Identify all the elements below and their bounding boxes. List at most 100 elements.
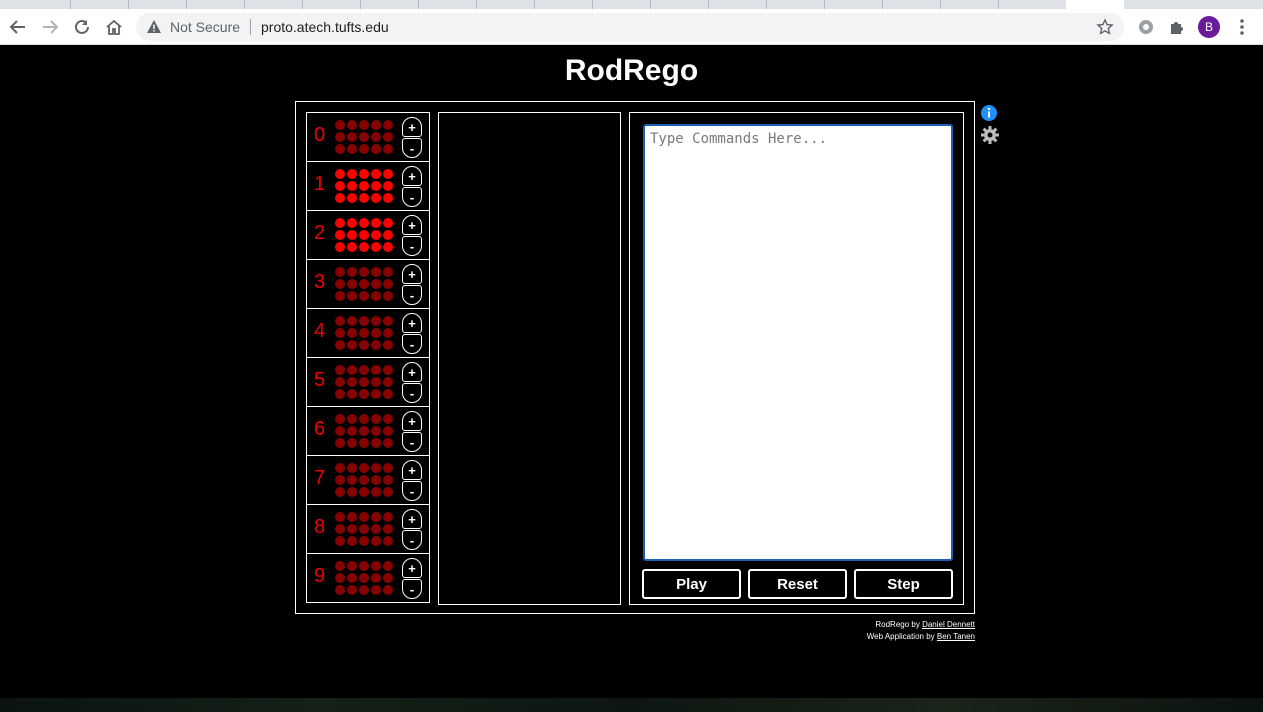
bead — [383, 426, 393, 436]
bead — [359, 181, 369, 191]
increment-button[interactable]: + — [402, 166, 422, 186]
security-status[interactable]: Not Secure — [170, 19, 240, 35]
bead — [335, 438, 345, 448]
reload-button[interactable] — [68, 13, 96, 41]
decrement-button[interactable]: - — [402, 432, 422, 452]
execution-log-panel — [438, 112, 621, 605]
browser-menu-button[interactable] — [1228, 13, 1256, 41]
increment-button[interactable]: + — [402, 362, 422, 382]
bead — [383, 291, 393, 301]
increment-button[interactable]: + — [402, 215, 422, 235]
bead — [371, 181, 381, 191]
bead — [359, 438, 369, 448]
register-row-2: 2 + - — [307, 211, 429, 260]
bead — [335, 230, 345, 240]
increment-button[interactable]: + — [402, 460, 422, 480]
bead — [371, 316, 381, 326]
bead — [371, 463, 381, 473]
bead — [359, 512, 369, 522]
register-row-1: 1 + - — [307, 162, 429, 211]
bead — [383, 524, 393, 534]
credits: RodRego by Daniel Dennett Web Applicatio… — [866, 620, 975, 641]
decrement-button[interactable]: - — [402, 138, 422, 158]
bead — [359, 414, 369, 424]
increment-button[interactable]: + — [402, 264, 422, 284]
register-number: 8 — [314, 516, 326, 538]
bead — [371, 487, 381, 497]
bead — [371, 340, 381, 350]
decrement-button[interactable]: - — [402, 236, 422, 256]
active-tab[interactable] — [1066, 0, 1124, 9]
decrement-button[interactable]: - — [402, 383, 422, 403]
tab-strip — [0, 0, 1263, 9]
bead — [359, 169, 369, 179]
register-row-7: 7 + - — [307, 456, 429, 505]
warning-icon — [147, 20, 161, 33]
register-number: 4 — [314, 320, 326, 342]
bead — [383, 487, 393, 497]
bead — [347, 328, 357, 338]
register-number: 1 — [314, 173, 326, 195]
bead — [359, 279, 369, 289]
puzzle-icon — [1171, 22, 1183, 34]
register-beads — [335, 267, 399, 301]
profile-avatar[interactable]: B — [1198, 16, 1220, 38]
decrement-button[interactable]: - — [402, 187, 422, 207]
increment-button[interactable]: + — [402, 509, 422, 529]
developer-link[interactable]: Ben Tanen — [937, 632, 975, 641]
bead — [347, 585, 357, 595]
increment-button[interactable]: + — [402, 313, 422, 333]
register-number: 6 — [314, 418, 326, 440]
bead — [359, 267, 369, 277]
bookmark-star-icon[interactable] — [1096, 18, 1114, 36]
bead — [383, 218, 393, 228]
back-button[interactable] — [4, 13, 32, 41]
register-beads — [335, 316, 399, 350]
bead — [335, 536, 345, 546]
url-text[interactable]: proto.atech.tufts.edu — [261, 19, 389, 35]
bead — [383, 585, 393, 595]
bead — [359, 193, 369, 203]
bead — [347, 524, 357, 534]
play-button[interactable]: Play — [642, 569, 741, 599]
author-link[interactable]: Daniel Dennett — [922, 620, 975, 629]
decrement-button[interactable]: - — [402, 285, 422, 305]
decrement-button[interactable]: - — [402, 334, 422, 354]
bead — [359, 377, 369, 387]
decrement-button[interactable]: - — [402, 481, 422, 501]
home-button[interactable] — [100, 13, 128, 41]
decrement-button[interactable]: - — [402, 530, 422, 550]
reset-button[interactable]: Reset — [748, 569, 847, 599]
decrement-button[interactable]: - — [402, 579, 422, 599]
address-bar[interactable]: Not Secure proto.atech.tufts.edu — [136, 13, 1124, 41]
extension-button[interactable] — [1132, 13, 1160, 41]
bead — [335, 144, 345, 154]
bead — [347, 426, 357, 436]
app-frame: 0+-1+-2+-3+-4+-5+-6+-7+-8+-9+- Play Rese… — [295, 101, 975, 614]
register-number: 9 — [314, 565, 326, 587]
increment-button[interactable]: + — [402, 411, 422, 431]
command-input[interactable] — [643, 124, 953, 561]
bead — [335, 414, 345, 424]
increment-button[interactable]: + — [402, 558, 422, 578]
register-beads — [335, 463, 399, 497]
register-beads — [335, 365, 399, 399]
bead — [347, 438, 357, 448]
bead — [335, 377, 345, 387]
bead — [371, 120, 381, 130]
bead — [371, 475, 381, 485]
info-icon[interactable] — [980, 104, 998, 122]
settings-gear-icon[interactable] — [980, 125, 1000, 145]
bead — [371, 132, 381, 142]
bead — [371, 193, 381, 203]
register-number: 7 — [314, 467, 326, 489]
increment-button[interactable]: + — [402, 117, 422, 137]
bead — [371, 230, 381, 240]
bead — [347, 512, 357, 522]
forward-button[interactable] — [36, 13, 64, 41]
bead — [347, 365, 357, 375]
register-row-5: 5 + - — [307, 358, 429, 407]
step-button[interactable]: Step — [854, 569, 953, 599]
bead — [347, 316, 357, 326]
extensions-menu-button[interactable] — [1163, 13, 1191, 41]
